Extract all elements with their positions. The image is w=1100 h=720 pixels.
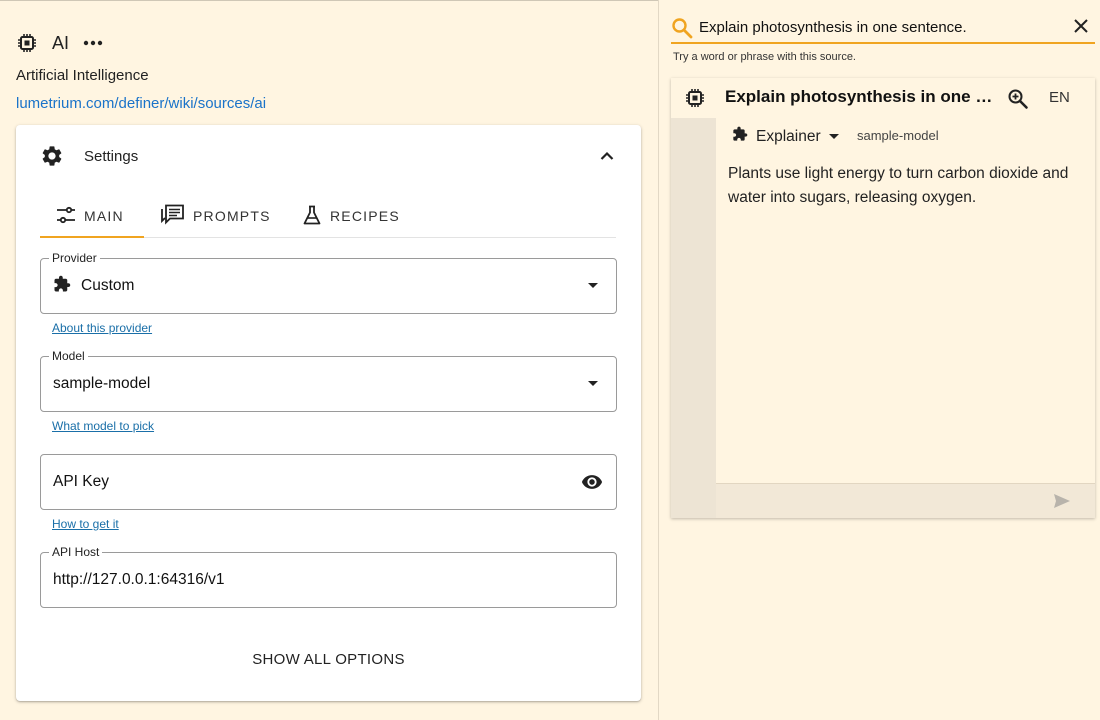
settings-title: Settings — [84, 147, 139, 165]
search-hint: Try a word or phrase with this source. — [673, 51, 856, 63]
zoom-in-icon[interactable] — [1007, 88, 1029, 110]
settings-tabs: MAIN PROMPTS RECIPES — [40, 195, 616, 238]
chip-icon — [16, 32, 38, 54]
gear-icon — [40, 144, 64, 168]
tab-prompts-label: PROMPTS — [193, 208, 271, 224]
result-header: Explain photosynthesis in one sentence. … — [671, 78, 1095, 118]
api-host-field[interactable]: API Host http://127.0.0.1:64316/v1 — [40, 545, 617, 608]
close-icon[interactable] — [1073, 18, 1089, 34]
search-input[interactable] — [699, 16, 1059, 38]
tab-main[interactable]: MAIN — [40, 195, 144, 238]
recipe-dropdown[interactable]: Explainer — [732, 126, 839, 147]
send-icon[interactable] — [1053, 493, 1071, 509]
tab-prompts[interactable]: PROMPTS — [144, 195, 282, 237]
preview-pane: Try a word or phrase with this source. E… — [658, 0, 1100, 720]
api-key-help-link[interactable]: How to get it — [52, 517, 119, 531]
answer-area: Explainer sample-model Plants use light … — [716, 118, 1095, 483]
provider-value-wrap: Custom — [53, 259, 134, 313]
api-key-placeholder: API Key — [53, 473, 109, 490]
source-header: AI — [16, 29, 105, 57]
puzzle-icon — [53, 275, 81, 298]
chevron-down-icon — [588, 381, 598, 386]
show-all-options-button[interactable]: SHOW ALL OPTIONS — [16, 651, 641, 668]
source-wiki-link[interactable]: lumetrium.com/definer/wiki/sources/ai — [16, 95, 266, 112]
chevron-down-icon — [828, 134, 839, 139]
chevron-up-icon[interactable] — [597, 146, 617, 166]
provider-value: Custom — [81, 277, 135, 294]
answer-text: Plants use light energy to turn carbon d… — [728, 165, 1069, 206]
tab-recipes[interactable]: RECIPES — [282, 195, 406, 237]
puzzle-icon — [732, 126, 748, 147]
model-tag: sample-model — [857, 128, 939, 143]
source-settings-pane: AI Artificial Intelligence lumetrium.com… — [0, 0, 658, 720]
settings-card: Settings MAIN PROMPTS RECIPES Provider C… — [16, 125, 641, 701]
chat-icon — [161, 204, 193, 229]
search-icon — [671, 17, 693, 39]
model-help-link[interactable]: What model to pick — [52, 419, 154, 433]
chip-icon — [685, 88, 705, 108]
tune-icon — [56, 206, 84, 227]
search-bar — [671, 12, 1095, 44]
chevron-down-icon — [588, 283, 598, 288]
about-provider-link[interactable]: About this provider — [52, 321, 152, 335]
tab-main-label: MAIN — [84, 208, 124, 224]
recipe-name: Explainer — [756, 127, 821, 145]
source-name: AI — [52, 32, 70, 53]
result-title: Explain photosynthesis in one sentence. — [725, 87, 997, 106]
settings-header[interactable]: Settings — [16, 125, 641, 187]
result-panel: Explain photosynthesis in one sentence. … — [671, 78, 1095, 518]
model-value: sample-model — [53, 375, 151, 392]
source-description: Artificial Intelligence — [16, 67, 149, 84]
api-key-field[interactable]: API Key — [40, 454, 617, 510]
provider-select[interactable]: Provider Custom — [40, 251, 617, 314]
api-host-value: http://127.0.0.1:64316/v1 — [53, 571, 225, 588]
eye-icon[interactable] — [580, 471, 604, 493]
language-selector[interactable]: EN — [1049, 89, 1070, 106]
more-horiz-icon[interactable] — [81, 31, 105, 55]
compose-bar[interactable] — [716, 483, 1095, 518]
tab-recipes-label: RECIPES — [330, 208, 400, 224]
flask-icon — [302, 205, 330, 228]
model-select[interactable]: Model sample-model — [40, 349, 617, 412]
